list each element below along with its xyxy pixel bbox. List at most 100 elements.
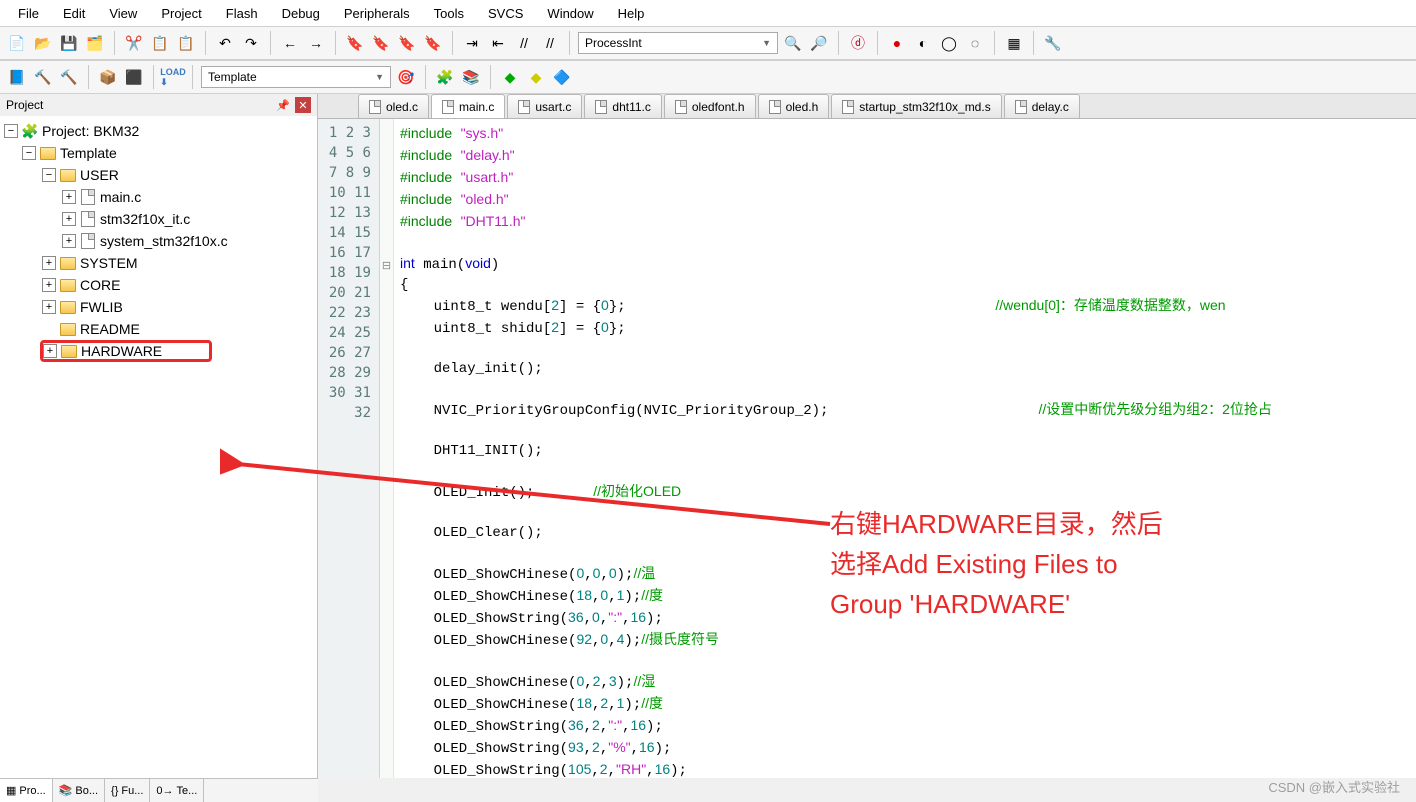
target-select[interactable]: ProcessInt ▼ (578, 32, 778, 54)
target-name: ProcessInt (585, 36, 642, 50)
folder-icon (60, 279, 76, 292)
expand-icon[interactable]: + (42, 256, 56, 270)
menu-help[interactable]: Help (608, 3, 655, 24)
code-editor[interactable]: 1 2 3 4 5 6 7 8 9 10 11 12 13 14 15 16 1… (318, 118, 1416, 778)
file-tab[interactable]: oled.c (358, 94, 429, 118)
paste-icon[interactable]: 📋 (175, 32, 197, 54)
tree-group-hardware[interactable]: + HARDWARE (40, 340, 212, 362)
window-icon[interactable]: ▦ (1003, 32, 1025, 54)
translate-icon[interactable]: 📘 (6, 66, 28, 88)
project-tab-icon: ▦ (6, 784, 16, 797)
tree-group-core[interactable]: + CORE (2, 274, 315, 296)
expand-icon[interactable]: + (42, 278, 56, 292)
expand-icon[interactable]: + (42, 300, 56, 314)
nav-back-icon[interactable]: ← (279, 32, 301, 54)
find-files-icon[interactable]: 🔎 (808, 32, 830, 54)
bookmark-prev-icon[interactable]: 🔖 (370, 32, 392, 54)
panel-tab-project[interactable]: ▦Pro... (0, 779, 53, 802)
menu-edit[interactable]: Edit (53, 3, 95, 24)
nav-fwd-icon[interactable]: → (305, 32, 327, 54)
pin-icon[interactable]: 📌 (275, 97, 291, 113)
menu-peripherals[interactable]: Peripherals (334, 3, 420, 24)
comment-icon[interactable]: // (513, 32, 535, 54)
breakpoint-disable-icon[interactable]: ◌ (964, 32, 986, 54)
cut-icon[interactable]: ✂️ (123, 32, 145, 54)
batch-build-icon[interactable]: 📦 (97, 66, 119, 88)
redo-icon[interactable]: ↷ (240, 32, 262, 54)
find-icon[interactable]: 🔍 (782, 32, 804, 54)
tree-group-system[interactable]: + SYSTEM (2, 252, 315, 274)
file-tab[interactable]: dht11.c (584, 94, 661, 118)
save-all-icon[interactable]: 🗂️ (84, 32, 106, 54)
panel-tab-functions[interactable]: {}Fu... (105, 779, 150, 802)
menu-tools[interactable]: Tools (424, 3, 474, 24)
uncomment-icon[interactable]: // (539, 32, 561, 54)
file-tab[interactable]: oledfont.h (664, 94, 756, 118)
pack-yellow-icon[interactable]: ◆ (525, 66, 547, 88)
pack-green-icon[interactable]: ◆ (499, 66, 521, 88)
new-file-icon[interactable]: 📄 (6, 32, 28, 54)
menu-flash[interactable]: Flash (216, 3, 268, 24)
expand-icon[interactable]: + (62, 190, 76, 204)
outdent-icon[interactable]: ⇤ (487, 32, 509, 54)
menu-svcs[interactable]: SVCS (478, 3, 533, 24)
tree-file[interactable]: + system_stm32f10x.c (2, 230, 315, 252)
file-tab[interactable]: startup_stm32f10x_md.s (831, 94, 1001, 118)
config-icon[interactable]: 🔧 (1042, 32, 1064, 54)
tree-root[interactable]: − 🧩 Project: BKM32 (2, 120, 315, 142)
toolbar-build: 📘 🔨 🔨 📦 ⬛ LOAD⬇ Template ▼ 🎯 🧩 📚 ◆ ◆ 🔷 (0, 60, 1416, 94)
menu-window[interactable]: Window (537, 3, 603, 24)
books-icon[interactable]: 📚 (460, 66, 482, 88)
project-tree[interactable]: − 🧩 Project: BKM32 − Template − USER + m… (0, 116, 317, 778)
menu-project[interactable]: Project (151, 3, 211, 24)
collapse-icon[interactable]: − (4, 124, 18, 138)
menu-debug[interactable]: Debug (272, 3, 330, 24)
debug-icon[interactable]: ⓓ (847, 32, 869, 54)
pack-multi-icon[interactable]: 🔷 (551, 66, 573, 88)
collapse-icon[interactable]: − (42, 168, 56, 182)
file-tab[interactable]: delay.c (1004, 94, 1080, 118)
manage-icon[interactable]: 🧩 (434, 66, 456, 88)
tree-group-user[interactable]: − USER (2, 164, 315, 186)
expand-icon[interactable]: + (43, 344, 57, 358)
cfile-icon (81, 211, 95, 227)
copy-icon[interactable]: 📋 (149, 32, 171, 54)
download-icon[interactable]: LOAD⬇ (162, 66, 184, 88)
panel-tab-templates[interactable]: 0→Te... (150, 779, 204, 802)
tree-file[interactable]: + stm32f10x_it.c (2, 208, 315, 230)
build-icon[interactable]: 🔨 (32, 66, 54, 88)
code-text[interactable]: #include "sys.h" #include "delay.h" #inc… (394, 119, 1416, 778)
file-tab[interactable]: main.c (431, 94, 505, 118)
breakpoint-toggle-icon[interactable]: ◐ (912, 32, 934, 54)
bookmark-icon[interactable]: 🔖 (344, 32, 366, 54)
stop-build-icon[interactable]: ⬛ (123, 66, 145, 88)
editor-area: oled.cmain.cusart.cdht11.coledfont.holed… (318, 94, 1416, 778)
breakpoint-kill-icon[interactable]: ◯ (938, 32, 960, 54)
breakpoint-icon[interactable]: ● (886, 32, 908, 54)
tree-group-fwlib[interactable]: + FWLIB (2, 296, 315, 318)
file-tab[interactable]: usart.c (507, 94, 582, 118)
undo-icon[interactable]: ↶ (214, 32, 236, 54)
tree-file[interactable]: + main.c (2, 186, 315, 208)
rebuild-icon[interactable]: 🔨 (58, 66, 80, 88)
panel-tab-books[interactable]: 📚Bo... (53, 779, 105, 802)
expand-icon[interactable]: + (62, 212, 76, 226)
menu-file[interactable]: File (8, 3, 49, 24)
collapse-icon[interactable]: − (22, 146, 36, 160)
chevron-down-icon: ▼ (369, 72, 384, 82)
save-icon[interactable]: 💾 (58, 32, 80, 54)
bookmark-next-icon[interactable]: 🔖 (396, 32, 418, 54)
close-icon[interactable]: ✕ (295, 97, 311, 113)
fold-column[interactable]: ⊟ (380, 119, 394, 778)
file-tab[interactable]: oled.h (758, 94, 830, 118)
options-icon[interactable]: 🎯 (395, 66, 417, 88)
expand-icon[interactable]: + (62, 234, 76, 248)
menu-view[interactable]: View (99, 3, 147, 24)
tree-group-readme[interactable]: README (2, 318, 315, 340)
tree-target[interactable]: − Template (2, 142, 315, 164)
chevron-down-icon: ▼ (756, 38, 771, 48)
open-icon[interactable]: 📂 (32, 32, 54, 54)
template-select[interactable]: Template ▼ (201, 66, 391, 88)
bookmark-clear-icon[interactable]: 🔖 (422, 32, 444, 54)
indent-icon[interactable]: ⇥ (461, 32, 483, 54)
